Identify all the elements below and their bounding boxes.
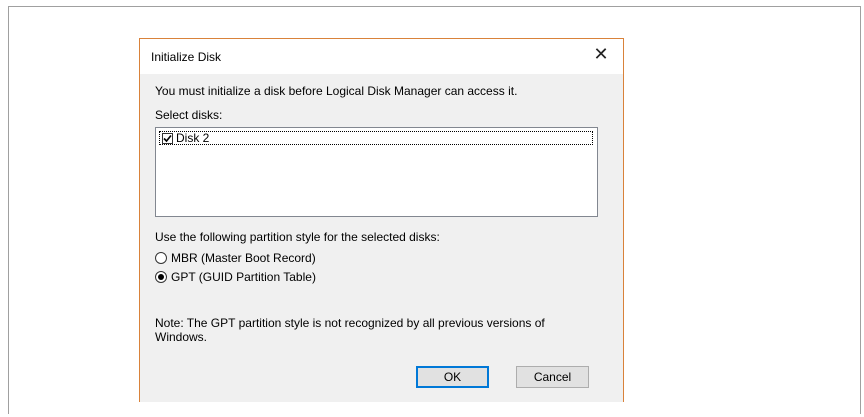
intro-text: You must initialize a disk before Logica… — [155, 84, 518, 98]
mbr-label: MBR (Master Boot Record) — [171, 251, 316, 265]
list-item-disk-2[interactable]: Disk 2 — [159, 131, 593, 145]
mbr-option[interactable]: MBR (Master Boot Record) — [155, 251, 316, 265]
gpt-note: Note: The GPT partition style is not rec… — [155, 316, 545, 344]
disk-2-label: Disk 2 — [176, 131, 210, 145]
partition-style-label: Use the following partition style for th… — [155, 230, 440, 244]
disk-listbox[interactable]: Disk 2 — [155, 127, 598, 217]
dialog-content: You must initialize a disk before Logica… — [140, 74, 623, 402]
gpt-radio[interactable] — [155, 271, 167, 283]
checkmark-icon — [163, 134, 172, 142]
disk-2-checkbox[interactable] — [162, 132, 173, 144]
dialog-title: Initialize Disk — [151, 50, 222, 64]
select-disks-label: Select disks: — [155, 108, 223, 122]
ok-button[interactable]: OK — [416, 366, 489, 388]
cancel-button[interactable]: Cancel — [516, 366, 589, 388]
gpt-label: GPT (GUID Partition Table) — [171, 270, 316, 284]
dialog-titlebar[interactable]: Initialize Disk ✕ — [140, 39, 623, 74]
gpt-option[interactable]: GPT (GUID Partition Table) — [155, 270, 316, 284]
radio-selected-dot — [158, 274, 164, 280]
mbr-radio[interactable] — [155, 252, 167, 264]
close-icon[interactable]: ✕ — [593, 45, 609, 63]
initialize-disk-dialog: Initialize Disk ✕ You must initialize a … — [139, 38, 624, 402]
